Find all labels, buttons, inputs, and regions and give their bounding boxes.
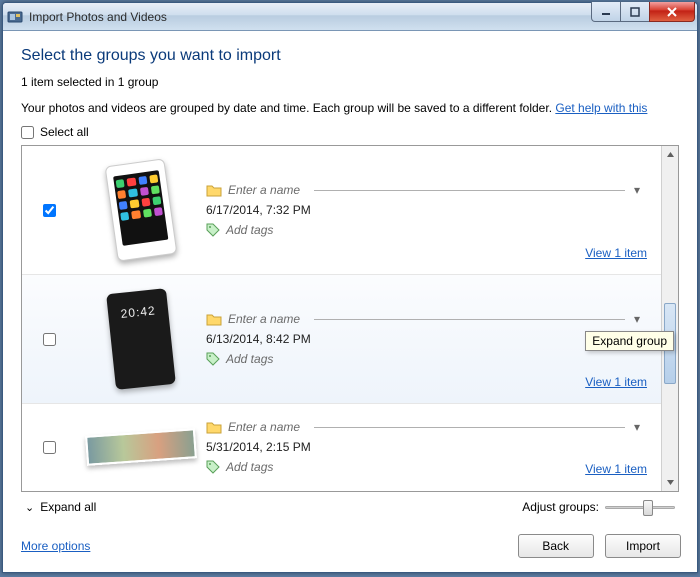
group-thumbnail	[76, 291, 206, 387]
adjust-groups-slider[interactable]	[605, 498, 675, 516]
group-thumbnail	[76, 432, 206, 462]
group-tags-row[interactable]: Add tags	[206, 352, 643, 366]
folder-icon	[206, 312, 222, 326]
more-options-link[interactable]: More options	[21, 539, 90, 553]
view-items-link[interactable]: View 1 item	[585, 246, 647, 260]
chevron-down-icon[interactable]: ▾	[631, 312, 643, 326]
group-name-placeholder: Enter a name	[228, 312, 308, 326]
scroll-down-icon[interactable]	[662, 474, 678, 491]
adjust-groups-label: Adjust groups:	[522, 500, 599, 514]
expand-all-label: Expand all	[40, 500, 96, 514]
tags-placeholder: Add tags	[226, 460, 273, 474]
group-thumbnail	[76, 162, 206, 258]
folder-icon	[206, 183, 222, 197]
group-tags-row[interactable]: Add tags	[206, 223, 643, 237]
group-row: Enter a name ▾ 5/31/2014, 2:15 PM Add ta…	[22, 404, 661, 490]
maximize-button[interactable]	[620, 2, 650, 22]
close-button[interactable]	[649, 2, 695, 22]
import-button[interactable]: Import	[605, 534, 681, 558]
vertical-scrollbar[interactable]	[661, 146, 678, 491]
chevron-down-icon: ⌄	[25, 501, 34, 514]
group-tags-row[interactable]: Add tags	[206, 460, 643, 474]
group-row: Enter a name ▾ 6/17/2014, 7:32 PM Add ta…	[22, 146, 661, 275]
select-all[interactable]: Select all	[21, 125, 679, 139]
import-dialog: Import Photos and Videos Select the grou…	[2, 2, 698, 573]
view-items-link[interactable]: View 1 item	[585, 375, 647, 389]
group-row: Enter a name ▾ 6/13/2014, 8:42 PM Add ta…	[22, 275, 661, 404]
window-controls	[592, 2, 695, 22]
phone-thumbnail-icon	[106, 288, 176, 390]
scroll-track[interactable]	[662, 163, 678, 474]
tag-icon	[206, 352, 220, 366]
adjust-groups: Adjust groups:	[522, 498, 675, 516]
titlebar: Import Photos and Videos	[3, 3, 697, 31]
group-checkbox[interactable]	[43, 333, 56, 346]
group-date: 6/13/2014, 8:42 PM	[206, 332, 643, 346]
group-checkbox[interactable]	[43, 441, 56, 454]
tag-icon	[206, 223, 220, 237]
phone-thumbnail-icon	[105, 158, 178, 261]
tag-icon	[206, 460, 220, 474]
name-divider	[314, 319, 625, 320]
help-link[interactable]: Get help with this	[555, 101, 647, 115]
group-date: 6/17/2014, 7:32 PM	[206, 203, 643, 217]
minimize-button[interactable]	[591, 2, 621, 22]
app-icon	[7, 9, 23, 25]
name-divider	[314, 427, 625, 428]
group-checkbox[interactable]	[43, 204, 56, 217]
page-heading: Select the groups you want to import	[21, 47, 679, 65]
selection-status: 1 item selected in 1 group	[21, 75, 679, 89]
group-name-row[interactable]: Enter a name ▾	[206, 183, 643, 197]
group-name-placeholder: Enter a name	[228, 420, 308, 434]
select-all-checkbox[interactable]	[21, 126, 34, 139]
dialog-footer: More options Back Import	[3, 520, 697, 572]
folder-icon	[206, 420, 222, 434]
content-area: Select the groups you want to import 1 i…	[3, 31, 697, 520]
group-name-placeholder: Enter a name	[228, 183, 308, 197]
group-name-row[interactable]: Enter a name ▾	[206, 312, 643, 326]
view-items-link[interactable]: View 1 item	[585, 462, 647, 476]
window-title: Import Photos and Videos	[29, 10, 167, 24]
expand-all-button[interactable]: ⌄ Expand all	[25, 500, 96, 514]
group-list: Enter a name ▾ 6/17/2014, 7:32 PM Add ta…	[22, 146, 661, 491]
name-divider	[314, 190, 625, 191]
photo-thumbnail-icon	[85, 428, 197, 466]
tags-placeholder: Add tags	[226, 223, 273, 237]
chevron-down-icon[interactable]: ▾	[631, 420, 643, 434]
group-name-row[interactable]: Enter a name ▾	[206, 420, 643, 434]
description-text: Your photos and videos are grouped by da…	[21, 101, 555, 115]
expand-group-tooltip: Expand group	[585, 331, 674, 351]
group-list-container: Enter a name ▾ 6/17/2014, 7:32 PM Add ta…	[21, 145, 679, 492]
list-footer: ⌄ Expand all Adjust groups:	[21, 492, 679, 520]
chevron-down-icon[interactable]: ▾	[631, 183, 643, 197]
select-all-label: Select all	[40, 125, 89, 139]
group-date: 5/31/2014, 2:15 PM	[206, 440, 643, 454]
description: Your photos and videos are grouped by da…	[21, 101, 679, 115]
back-button[interactable]: Back	[518, 534, 594, 558]
tags-placeholder: Add tags	[226, 352, 273, 366]
scroll-up-icon[interactable]	[662, 146, 678, 163]
